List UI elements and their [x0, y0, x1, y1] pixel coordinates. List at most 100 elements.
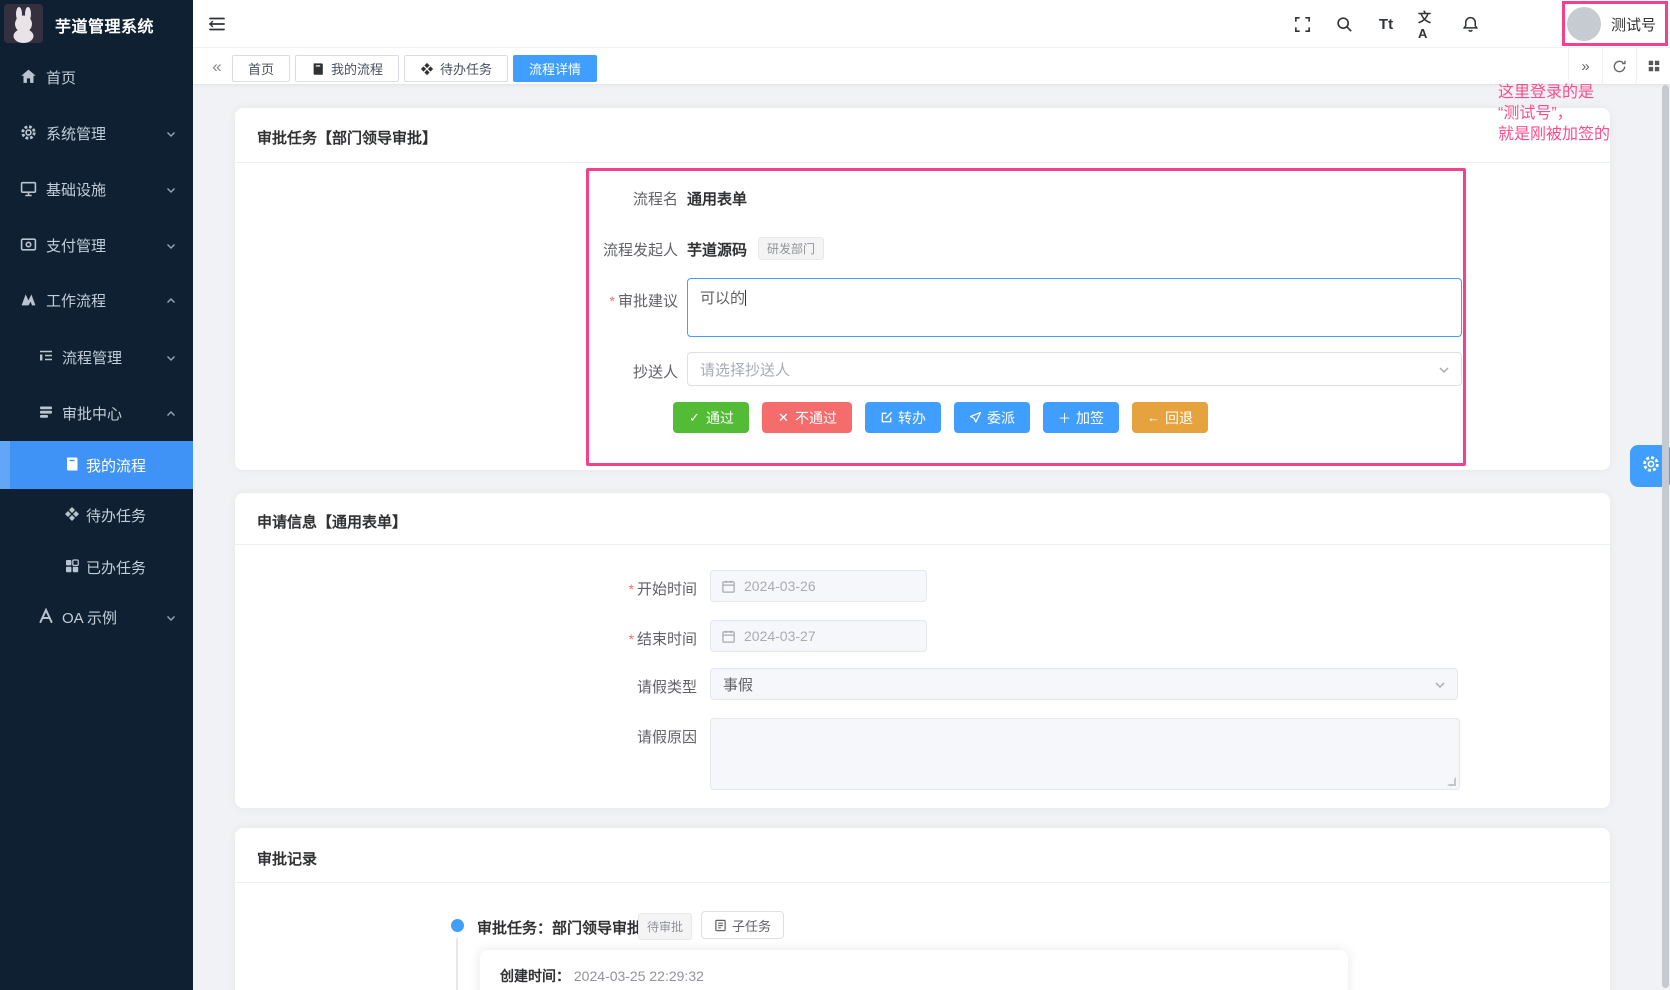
subtask-button[interactable]: 子任务: [701, 911, 784, 939]
add-sign-button[interactable]: ＋加签: [1043, 402, 1119, 433]
tab-my-process[interactable]: 我的流程: [295, 55, 399, 82]
sidebar-item-label: 系统管理: [46, 123, 106, 144]
sidebar-item-label: 首页: [46, 67, 76, 88]
delegate-button[interactable]: 委派: [954, 402, 1030, 433]
check-icon: ✓: [688, 411, 701, 424]
tab-home[interactable]: 首页: [232, 55, 290, 82]
cc-select[interactable]: 请选择抄送人: [687, 352, 1462, 386]
refresh-icon[interactable]: [1602, 48, 1636, 84]
sidebar-item-home[interactable]: 首页: [0, 53, 193, 101]
chevron-down-icon: [165, 611, 177, 623]
button-label: 委派: [987, 408, 1015, 428]
transfer-button[interactable]: 转办: [865, 402, 941, 433]
suggestion-label: *审批建议: [235, 290, 678, 311]
sidebar-item-my-process[interactable]: 我的流程: [0, 441, 193, 489]
leave-type-label: 请假类型: [235, 676, 697, 697]
end-time-label: *结束时间: [235, 628, 697, 649]
scroll-tabs-right-icon[interactable]: »: [1568, 48, 1602, 84]
button-label: 不通过: [795, 408, 837, 428]
end-label-text: 结束时间: [637, 631, 697, 648]
chevron-down-icon: [1437, 363, 1451, 377]
suggestion-textarea[interactable]: 可以的: [687, 278, 1462, 337]
main-content: 审批任务【部门领导审批】 流程名 通用表单 流程发起人 芋道源码 研发部门 *审…: [193, 85, 1670, 990]
chevron-up-icon: [165, 294, 177, 306]
sidebar-item-label: 流程管理: [62, 347, 122, 368]
scroll-tabs-left-icon[interactable]: «: [203, 53, 231, 80]
button-label: 加签: [1076, 408, 1104, 428]
task-detail-card: 创建时间： 2024-03-25 22:29:32: [480, 950, 1348, 990]
search-icon[interactable]: [1334, 14, 1354, 34]
card-header: 审批记录: [235, 828, 1610, 883]
grid-icon: [64, 558, 81, 575]
approve-button[interactable]: ✓ 通过: [673, 402, 749, 433]
sidebar-item-payment[interactable]: 支付管理: [0, 221, 193, 269]
reject-button[interactable]: ✕不通过: [762, 402, 852, 433]
app-window: 芋道管理系统 首页 系统管理 基础设施 支付管理 工作流程: [0, 0, 1670, 990]
sidebar-item-label: 工作流程: [46, 290, 106, 311]
approval-record-card: 审批记录 审批任务：部门领导审批 待审批 子任务 创建时间： 2024-03-2…: [235, 828, 1610, 990]
chevron-down-icon: [1433, 678, 1447, 692]
suggestion-text: 可以的: [700, 290, 745, 307]
apply-info-card: 申请信息【通用表单】 * 开始时间 2024-03-26 *结束时间 2024-0…: [235, 493, 1610, 808]
collapse-sidebar-icon[interactable]: [207, 14, 227, 34]
notification-bell-icon[interactable]: [1460, 14, 1480, 34]
sidebar-item-system[interactable]: 系统管理: [0, 109, 193, 157]
status-badge: 待审批: [638, 913, 692, 940]
sidebar-item-infra[interactable]: 基础设施: [0, 165, 193, 213]
user-menu[interactable]: 测试号: [1567, 0, 1656, 48]
font-size-icon[interactable]: Tt: [1376, 14, 1396, 34]
rollback-button[interactable]: ←回退: [1132, 402, 1208, 433]
sidebar-item-todo-tasks[interactable]: 待办任务: [0, 491, 193, 539]
button-label: 通过: [706, 408, 734, 428]
vertical-scrollbar[interactable]: [1662, 85, 1669, 988]
suggestion-label-text: 审批建议: [618, 293, 678, 310]
subtask-button-label: 子任务: [732, 916, 771, 935]
created-time-label: 创建时间：: [500, 968, 570, 984]
approval-actions: ✓ 通过 ✕不通过 转办 委派 ＋加签 ←回退: [673, 402, 1208, 433]
leave-reason-textarea: [710, 718, 1460, 790]
sidebar-item-label: 基础设施: [46, 179, 106, 200]
created-time-row: 创建时间： 2024-03-25 22:29:32: [500, 966, 704, 986]
sidebar-item-process-mgmt[interactable]: 流程管理: [0, 333, 193, 381]
end-date-input: 2024-03-27: [710, 620, 927, 652]
calendar-icon: [721, 629, 736, 644]
gear-icon: [1641, 454, 1661, 479]
start-date-input: 2024-03-26: [710, 570, 927, 602]
created-time-value: 2024-03-25 22:29:32: [574, 968, 704, 984]
puzzle-icon: [64, 506, 81, 523]
process-name-value: 通用表单: [687, 188, 747, 209]
required-mark: *: [610, 293, 615, 309]
tab-todo-tasks[interactable]: 待办任务: [404, 55, 508, 82]
topbar: Tt 文A 测试号: [193, 0, 1670, 48]
tabs-menu-grid-icon[interactable]: [1636, 48, 1670, 84]
leave-type-value: 事假: [723, 674, 753, 695]
send-icon: [969, 411, 982, 424]
card-title: 审批任务【部门领导审批】: [257, 127, 437, 148]
process-list-icon: [38, 348, 55, 365]
edit-icon: [880, 411, 893, 424]
book-icon: [311, 62, 325, 76]
start-label-text: 开始时间: [637, 581, 697, 598]
fullscreen-icon[interactable]: [1292, 14, 1312, 34]
sidebar-item-approval-center[interactable]: 审批中心: [0, 389, 193, 437]
sidebar-item-done-tasks[interactable]: 已办任务: [0, 543, 193, 591]
language-icon[interactable]: 文A: [1418, 14, 1438, 34]
leave-reason-label: 请假原因: [235, 726, 697, 747]
sidebar-item-workflow[interactable]: 工作流程: [0, 276, 193, 324]
list-icon: [714, 919, 727, 932]
approval-stack-icon: [38, 404, 55, 421]
gear-icon: [20, 124, 37, 141]
card-title: 审批记录: [257, 848, 317, 869]
topbar-icons: Tt 文A: [1292, 0, 1480, 48]
process-name-label: 流程名: [235, 188, 678, 209]
button-label: 转办: [898, 408, 926, 428]
required-mark: *: [629, 631, 634, 647]
cc-label: 抄送人: [235, 361, 678, 382]
card-header: 申请信息【通用表单】: [235, 493, 1610, 545]
leave-type-select: 事假: [710, 668, 1458, 700]
tab-process-detail[interactable]: 流程详情: [513, 55, 597, 82]
workflow-icon: [20, 291, 37, 308]
tab-label: 流程详情: [529, 59, 581, 78]
sidebar-item-label: 我的流程: [86, 455, 146, 476]
sidebar-item-oa-demo[interactable]: OA 示例: [0, 593, 193, 641]
